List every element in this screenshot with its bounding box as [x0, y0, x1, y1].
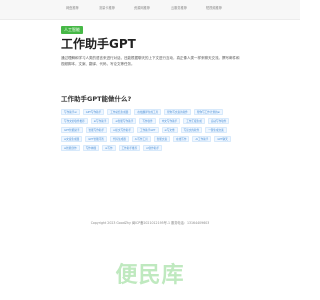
footer: Copyright 2023 GoodZhy 闽ICP备2021012195号-…: [90, 221, 210, 225]
tag-item[interactable]: 一键生成文案: [205, 127, 227, 133]
tag-list: 写作助手ai GPT写作助手 工作总结生成器 在线翻译生成工具 帮你写文案的软件 帮你写工…: [61, 109, 241, 151]
tag-item[interactable]: 代码生成器: [109, 136, 129, 142]
tag-item[interactable]: ai写作助手: [90, 118, 110, 124]
tag-item[interactable]: 写作神器: [82, 145, 100, 151]
top-nav: 网盘推荐 流量卡推荐 资源网推荐 云服务推荐 短视频推荐: [0, 0, 300, 20]
nav-item-5[interactable]: 短视频推荐: [206, 6, 222, 11]
tag-item[interactable]: 智能写作助手: [85, 127, 108, 133]
tag-item[interactable]: 工作总结生成器: [107, 109, 132, 115]
tag-item[interactable]: 帮你写文案的软件: [164, 109, 191, 115]
tag-item[interactable]: 中文写作助手: [158, 118, 181, 124]
tag-item[interactable]: 写作软件: [139, 118, 156, 124]
tag-item[interactable]: 工作助手推荐: [118, 145, 141, 151]
tag-item[interactable]: 在线写作: [173, 136, 190, 142]
category-badge[interactable]: 人工智能: [61, 26, 83, 34]
tag-item[interactable]: AI创作助手: [143, 145, 163, 151]
tag-item[interactable]: GPT聊天: [214, 136, 231, 142]
tag-item[interactable]: AI写作工具: [131, 136, 151, 142]
tag-item[interactable]: ai智能创作: [61, 145, 80, 151]
nav-item-3[interactable]: 资源网推荐: [134, 6, 150, 11]
watermark-logo: 便民库: [115, 263, 185, 288]
tag-item[interactable]: 写论文的软件: [180, 127, 203, 133]
tag-item[interactable]: 工作汇报生成: [183, 118, 205, 124]
tag-item[interactable]: ai写文章: [161, 127, 178, 133]
intro-text: 通过理解和学习人类的语言来进行对话，还能根据聊天的上下文进行互动，真正像人类一样…: [61, 56, 240, 66]
tag-item[interactable]: AI工作助手: [192, 136, 212, 142]
tag-item[interactable]: GPT写作助手: [82, 109, 105, 115]
nav-item-2[interactable]: 流量卡推荐: [99, 6, 115, 11]
tag-item[interactable]: 帮你写工作计划的ai: [193, 109, 223, 115]
tag-item[interactable]: 工作助手GPT: [136, 127, 159, 133]
tag-item[interactable]: 在线翻译生成工具: [134, 109, 162, 115]
nav-item-4[interactable]: 云服务推荐: [171, 6, 187, 11]
tag-item[interactable]: ai文案生成器: [61, 136, 83, 142]
section-title: 工作助手GPT能做什么?: [61, 95, 132, 103]
tag-item[interactable]: 自动写作软件: [207, 118, 230, 124]
tag-item[interactable]: GPT智能问答: [85, 136, 107, 142]
tag-item[interactable]: GPT智能助手: [61, 127, 83, 133]
page-title: 工作助手GPT: [61, 37, 136, 51]
tag-item[interactable]: ai智能写作助手: [112, 118, 137, 124]
tag-item[interactable]: 智能文案: [153, 136, 171, 142]
tag-item[interactable]: 写作助手ai: [61, 109, 80, 115]
tag-item[interactable]: 写作文的软件推荐: [61, 118, 88, 124]
tag-item[interactable]: ai论文写作助手: [110, 127, 134, 133]
tag-item[interactable]: ai写作: [102, 145, 116, 151]
nav-item-1[interactable]: 网盘推荐: [66, 6, 79, 11]
